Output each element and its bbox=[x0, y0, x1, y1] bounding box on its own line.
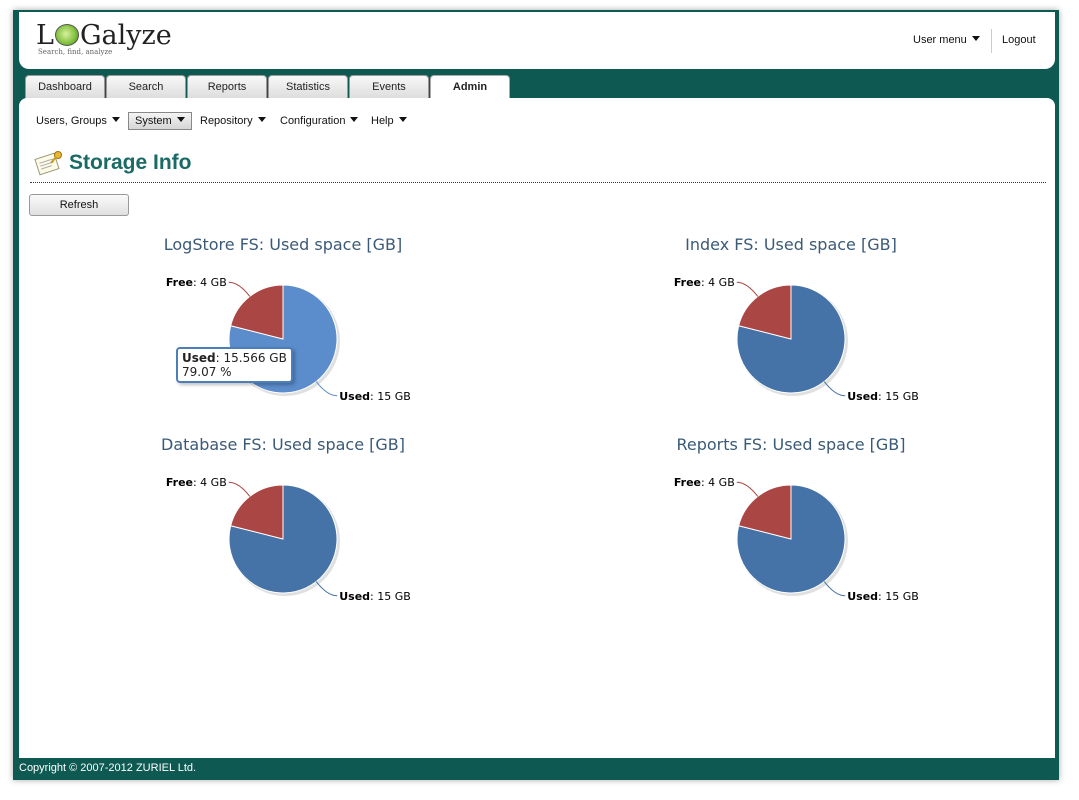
header: L Galyze Search, find, analyze User menu … bbox=[19, 12, 1055, 69]
pie-data-label: Used: 15 GB bbox=[339, 390, 411, 403]
tooltip-value: : 15.566 GB bbox=[215, 351, 287, 365]
submenu-users-groups-label: Users, Groups bbox=[36, 115, 107, 127]
tooltip-percent: 79.07 % bbox=[182, 365, 232, 379]
caret-down-icon bbox=[398, 117, 407, 122]
tab-events[interactable]: Events bbox=[349, 75, 429, 99]
user-menu-button[interactable]: User menu bbox=[913, 34, 980, 46]
submenu-repository-label: Repository bbox=[200, 115, 253, 127]
submenu-help-label: Help bbox=[371, 115, 394, 127]
footer-copyright: Copyright © 2007-2012 ZURIEL Ltd. bbox=[19, 762, 197, 774]
header-divider bbox=[991, 29, 992, 53]
tab-search[interactable]: Search bbox=[106, 75, 186, 99]
pie-connector bbox=[228, 281, 251, 297]
tooltip-series: Used bbox=[182, 351, 216, 365]
pie-connector bbox=[228, 481, 251, 497]
pie-data-label: Used: 15 GB bbox=[847, 390, 919, 403]
chart-tooltip: Used: 15.566 GB 79.07 % bbox=[176, 347, 293, 383]
logo-globe-icon bbox=[54, 24, 79, 46]
refresh-button[interactable]: Refresh bbox=[29, 194, 129, 216]
pie-connector bbox=[736, 481, 759, 497]
pie-data-label: Used: 15 GB bbox=[847, 590, 919, 603]
caret-down-icon bbox=[176, 117, 185, 122]
chart-logstore: LogStore FS: Used space [GB] Used: 15 GB… bbox=[133, 235, 433, 425]
submenu-configuration-label: Configuration bbox=[280, 115, 346, 127]
pie-svg: Used: 15 GB Free: 4 GB bbox=[674, 476, 919, 603]
pie-svg: Used: 15 GB Free: 4 GB bbox=[166, 476, 411, 603]
pie-data-label: Free: 4 GB bbox=[674, 276, 735, 289]
logout-link[interactable]: Logout bbox=[1002, 34, 1036, 46]
submenu-users-groups[interactable]: Users, Groups bbox=[29, 112, 127, 130]
caret-down-icon bbox=[971, 36, 980, 41]
submenu-configuration[interactable]: Configuration bbox=[273, 112, 365, 130]
submenu-system-label: System bbox=[135, 115, 172, 127]
pie-connector bbox=[736, 281, 759, 297]
submenu-repository[interactable]: Repository bbox=[193, 112, 273, 130]
caret-down-icon bbox=[350, 117, 359, 122]
pie-data-label: Free: 4 GB bbox=[674, 476, 735, 489]
tab-statistics[interactable]: Statistics bbox=[268, 75, 348, 99]
chart-database: Database FS: Used space [GB] Used: 15 GB… bbox=[133, 435, 433, 625]
tab-reports[interactable]: Reports bbox=[187, 75, 267, 99]
user-menu-label: User menu bbox=[913, 34, 967, 46]
tab-dashboard[interactable]: Dashboard bbox=[25, 75, 105, 99]
logo: L Galyze Search, find, analyze bbox=[36, 20, 172, 57]
pie-data-label: Free: 4 GB bbox=[166, 476, 227, 489]
page-header: Storage Info bbox=[30, 148, 1046, 183]
caret-down-icon bbox=[111, 117, 120, 122]
page-title: Storage Info bbox=[69, 151, 192, 174]
caret-down-icon bbox=[257, 117, 266, 122]
logo-wordmark: L Galyze bbox=[36, 20, 172, 51]
pie-svg: Used: 15 GB Free: 4 GB bbox=[674, 276, 919, 403]
notepad-key-icon bbox=[34, 151, 62, 176]
pie-svg: Used: 15 GB Free: 4 GB bbox=[166, 276, 411, 403]
pie-data-label: Used: 15 GB bbox=[339, 590, 411, 603]
tooltip-value-line: Used: 15.566 GB bbox=[182, 351, 287, 365]
chart-reports: Reports FS: Used space [GB] Used: 15 GB F… bbox=[641, 435, 941, 625]
submenu-help[interactable]: Help bbox=[364, 112, 414, 130]
pie-data-label: Free: 4 GB bbox=[166, 276, 227, 289]
main-content: Users, Groups System Repository Configur… bbox=[19, 98, 1055, 758]
chart-index: Index FS: Used space [GB] Used: 15 GB Fre… bbox=[641, 235, 941, 425]
submenu-system[interactable]: System bbox=[128, 112, 192, 130]
